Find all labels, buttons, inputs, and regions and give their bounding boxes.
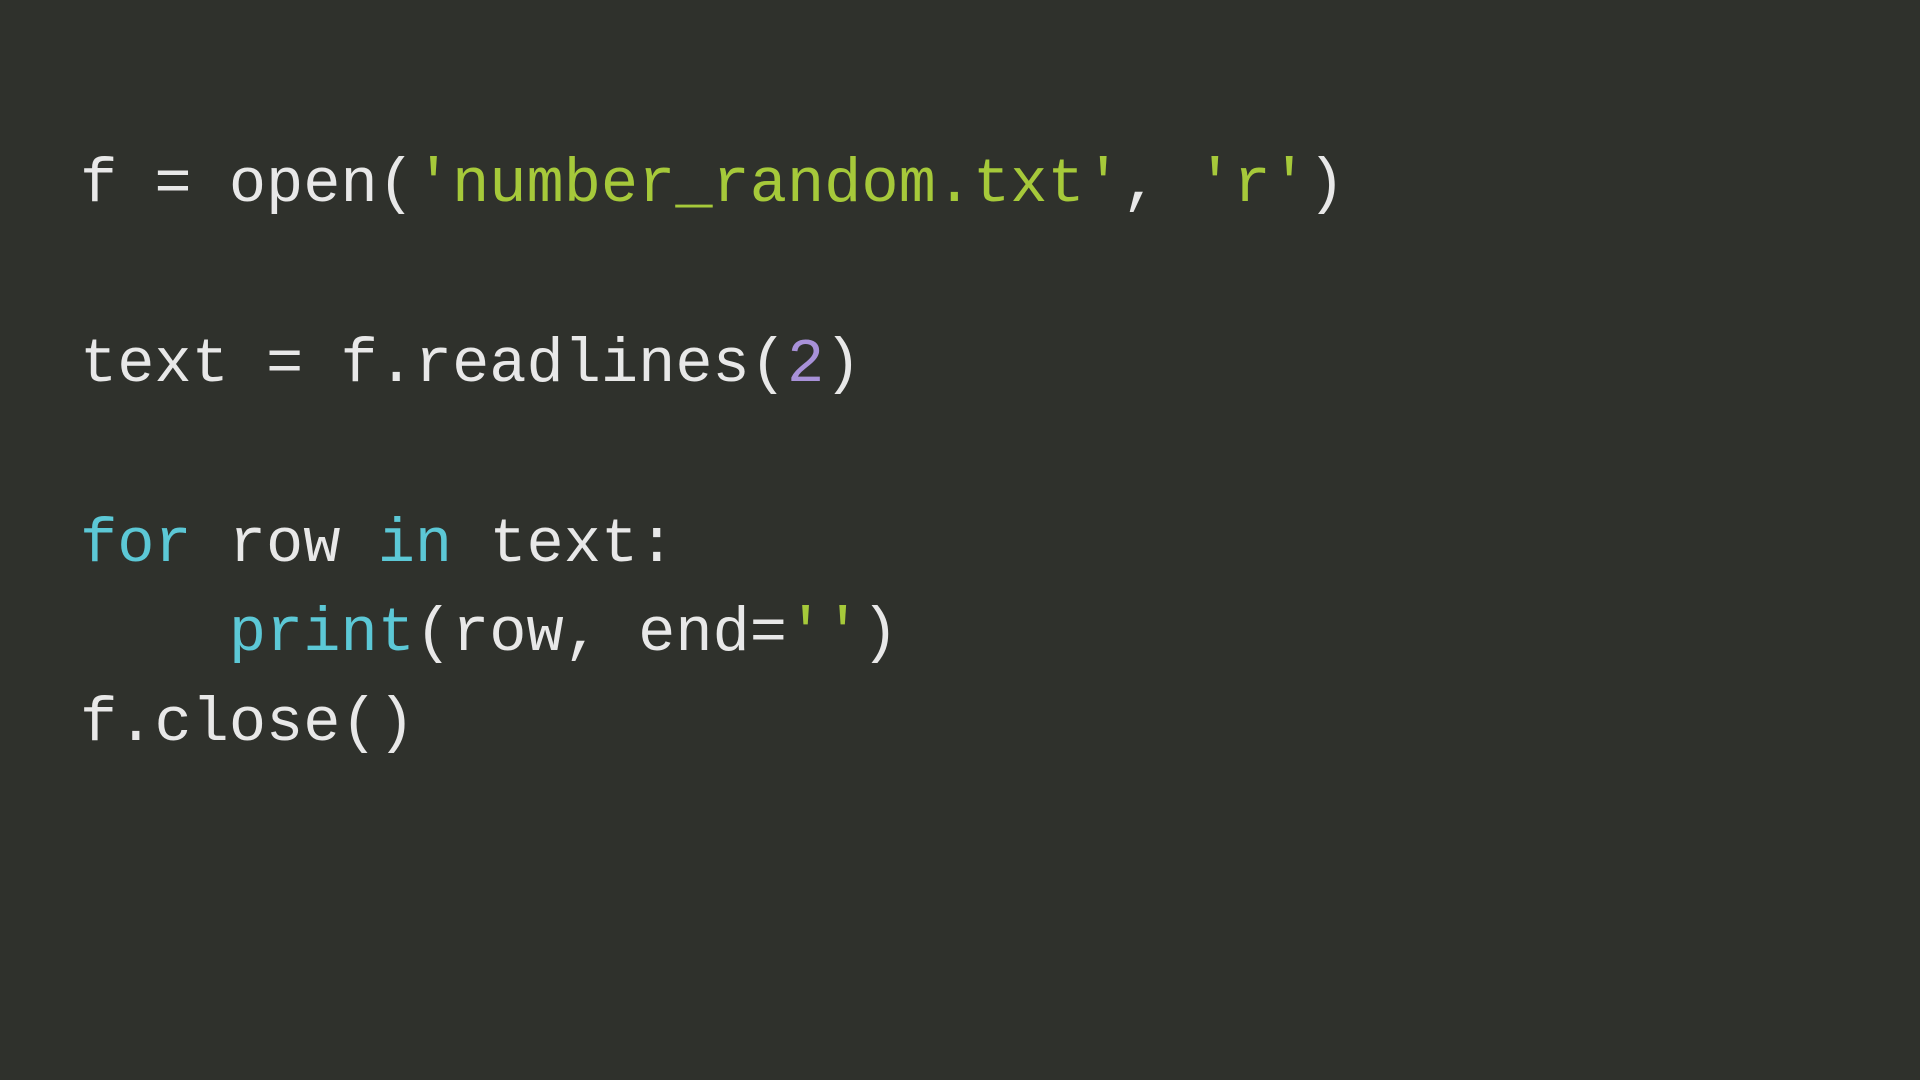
string-empty: '' — [787, 598, 861, 669]
punct-rparen: ) — [1308, 149, 1345, 220]
punct-rparen: ) — [824, 329, 861, 400]
punct-lparen: ( — [750, 329, 787, 400]
space — [340, 509, 377, 580]
punct-rparen: ) — [378, 688, 415, 759]
variable-row: row — [229, 509, 341, 580]
method-close: close — [154, 688, 340, 759]
operator-eq: = — [229, 329, 341, 400]
space — [192, 509, 229, 580]
code-editor: f = open('number_random.txt', 'r') text … — [80, 140, 1840, 769]
code-line-1: f = open('number_random.txt', 'r') — [80, 149, 1345, 220]
punct-comma: , — [564, 598, 638, 669]
number-2: 2 — [787, 329, 824, 400]
variable-f: f — [80, 688, 117, 759]
operator-eq: = — [117, 149, 229, 220]
keyword-in: in — [378, 509, 452, 580]
punct-dot: . — [378, 329, 415, 400]
punct-lparen: ( — [340, 688, 377, 759]
string-mode: 'r' — [1196, 149, 1308, 220]
indent — [80, 598, 229, 669]
variable-row: row — [452, 598, 564, 669]
variable-f: f — [80, 149, 117, 220]
punct-comma: , — [1122, 149, 1196, 220]
code-line-7: f.close() — [80, 688, 415, 759]
variable-text: text — [489, 509, 638, 580]
code-line-5: for row in text: — [80, 509, 675, 580]
punct-lparen: ( — [378, 149, 415, 220]
punct-lparen: ( — [415, 598, 452, 669]
punct-colon: : — [638, 509, 675, 580]
keyword-for: for — [80, 509, 192, 580]
code-line-3: text = f.readlines(2) — [80, 329, 861, 400]
variable-text: text — [80, 329, 229, 400]
kwarg-end: end — [638, 598, 750, 669]
builtin-print: print — [229, 598, 415, 669]
variable-f: f — [340, 329, 377, 400]
method-readlines: readlines — [415, 329, 750, 400]
code-line-6: print(row, end='') — [80, 598, 899, 669]
builtin-open: open — [229, 149, 378, 220]
punct-rparen: ) — [861, 598, 898, 669]
punct-dot: . — [117, 688, 154, 759]
string-filename: 'number_random.txt' — [415, 149, 1122, 220]
operator-eq: = — [750, 598, 787, 669]
space — [452, 509, 489, 580]
